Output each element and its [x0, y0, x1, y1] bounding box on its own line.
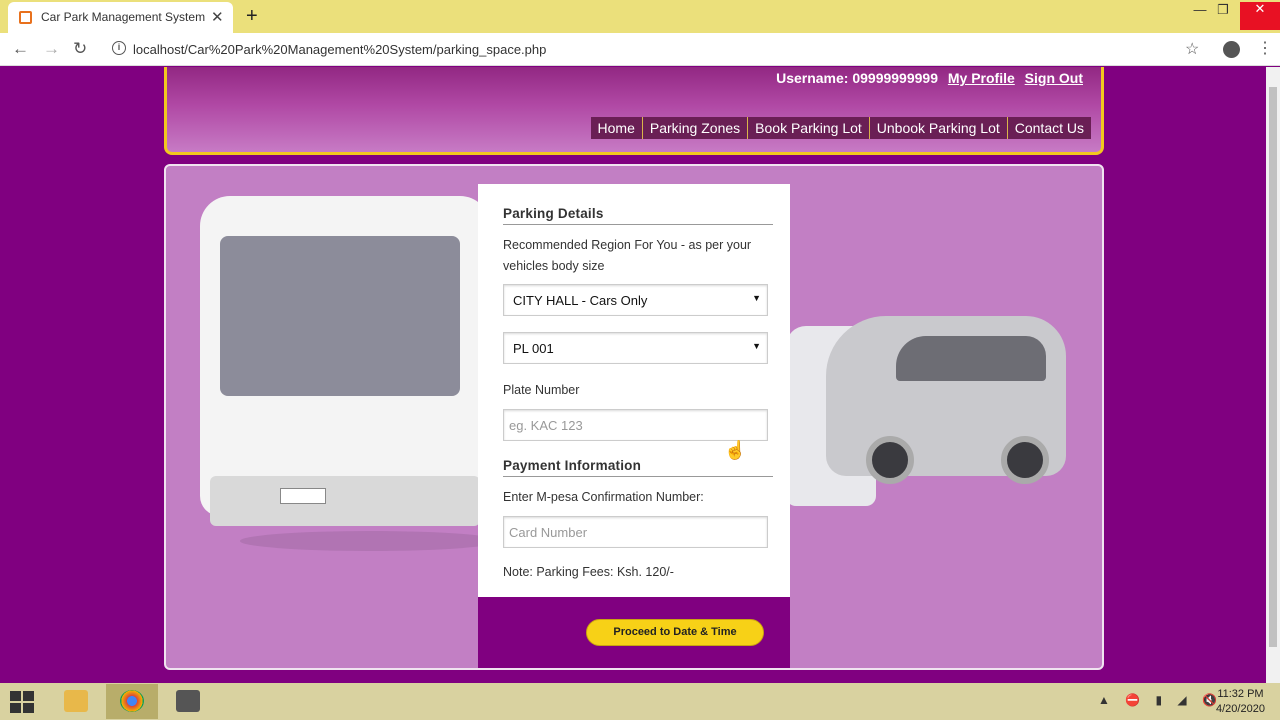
- system-tray-icons[interactable]: ▲ ⛔ ▮ ◢ 🔇: [1098, 693, 1223, 707]
- bus-image: [180, 196, 500, 551]
- nav-home[interactable]: Home: [590, 117, 642, 139]
- user-line: Username: 09999999999 My Profile Sign Ou…: [776, 70, 1083, 86]
- browser-tabbar: Car Park Management System ✕ + — ❐ ✕: [0, 0, 1280, 33]
- sign-out-link[interactable]: Sign Out: [1025, 70, 1083, 86]
- xampp-favicon-icon: [19, 11, 32, 24]
- plus-icon[interactable]: +: [246, 5, 258, 28]
- video-app-icon[interactable]: [162, 684, 214, 719]
- parking-details-title: Parking Details: [503, 206, 604, 221]
- lot-select-value: PL 001: [513, 341, 554, 356]
- page-viewport: Username: 09999999999 My Profile Sign Ou…: [0, 67, 1280, 683]
- close-icon[interactable]: ✕: [211, 8, 224, 26]
- clock-date: 4/20/2020: [1216, 703, 1265, 715]
- dropdown-arrow-icon: ▼: [752, 341, 761, 351]
- nav-parking-zones[interactable]: Parking Zones: [641, 117, 748, 139]
- username-text: Username: 09999999999: [776, 70, 938, 86]
- main-nav: Home Parking Zones Book Parking Lot Unbo…: [590, 117, 1091, 139]
- restore-icon[interactable]: ❐: [1209, 2, 1237, 18]
- window-close-icon[interactable]: ✕: [1240, 2, 1280, 30]
- region-select-value: CITY HALL - Cars Only: [513, 293, 648, 308]
- browser-tab[interactable]: Car Park Management System ✕: [8, 2, 233, 33]
- taskbar: ▲ ⛔ ▮ ◢ 🔇 11:32 PM 4/20/2020: [0, 683, 1280, 720]
- info-icon[interactable]: i: [112, 41, 126, 55]
- menu-icon[interactable]: ⋮: [1257, 38, 1273, 58]
- windows-start-icon[interactable]: [10, 691, 34, 713]
- chrome-icon[interactable]: [106, 684, 158, 719]
- divider: [503, 476, 773, 477]
- plate-label: Plate Number: [503, 383, 580, 397]
- my-profile-link[interactable]: My Profile: [948, 70, 1015, 86]
- clock[interactable]: 11:32 PM 4/20/2020: [1216, 687, 1265, 717]
- mpesa-label: Enter M-pesa Confirmation Number:: [503, 490, 704, 504]
- card-number-input[interactable]: Card Number: [503, 516, 768, 548]
- scrollbar-thumb[interactable]: [1269, 87, 1277, 647]
- account-icon[interactable]: [1223, 41, 1240, 58]
- plate-number-input[interactable]: eg. KAC 123: [503, 409, 768, 441]
- nav-book-parking-lot[interactable]: Book Parking Lot: [747, 117, 869, 139]
- clock-time: 11:32 PM: [1217, 688, 1264, 700]
- fees-note: Note: Parking Fees: Ksh. 120/-: [503, 565, 674, 579]
- file-explorer-icon[interactable]: [50, 684, 102, 719]
- nav-contact-us[interactable]: Contact Us: [1006, 117, 1091, 139]
- lot-select[interactable]: PL 001 ▼: [503, 332, 768, 364]
- proceed-button[interactable]: Proceed to Date & Time: [586, 619, 764, 646]
- nav-unbook-parking-lot[interactable]: Unbook Parking Lot: [868, 117, 1007, 139]
- url-field[interactable]: localhost/Car%20Park%20Management%20Syst…: [133, 42, 546, 57]
- site-header: Username: 09999999999 My Profile Sign Ou…: [164, 67, 1104, 155]
- star-icon[interactable]: ☆: [1185, 39, 1199, 59]
- recommend-text: Recommended Region For You - as per your…: [503, 238, 752, 273]
- back-icon[interactable]: ←: [12, 39, 29, 59]
- scrollbar[interactable]: [1266, 67, 1280, 683]
- address-bar: ← → ↻ i localhost/Car%20Park%20Managemen…: [0, 33, 1280, 66]
- form-footer: Proceed to Date & Time: [478, 597, 790, 668]
- divider: [503, 224, 773, 225]
- hand-cursor-icon: ☝: [724, 440, 747, 460]
- dropdown-arrow-icon: ▼: [752, 293, 761, 303]
- content-panel: Parking Details Recommended Region For Y…: [164, 164, 1104, 670]
- reload-icon[interactable]: ↻: [73, 39, 87, 59]
- forward-icon[interactable]: →: [43, 39, 60, 59]
- region-select[interactable]: CITY HALL - Cars Only ▼: [503, 284, 768, 316]
- payment-info-title: Payment Information: [503, 458, 642, 473]
- tab-title: Car Park Management System: [41, 10, 206, 24]
- cars-image: [786, 306, 1086, 526]
